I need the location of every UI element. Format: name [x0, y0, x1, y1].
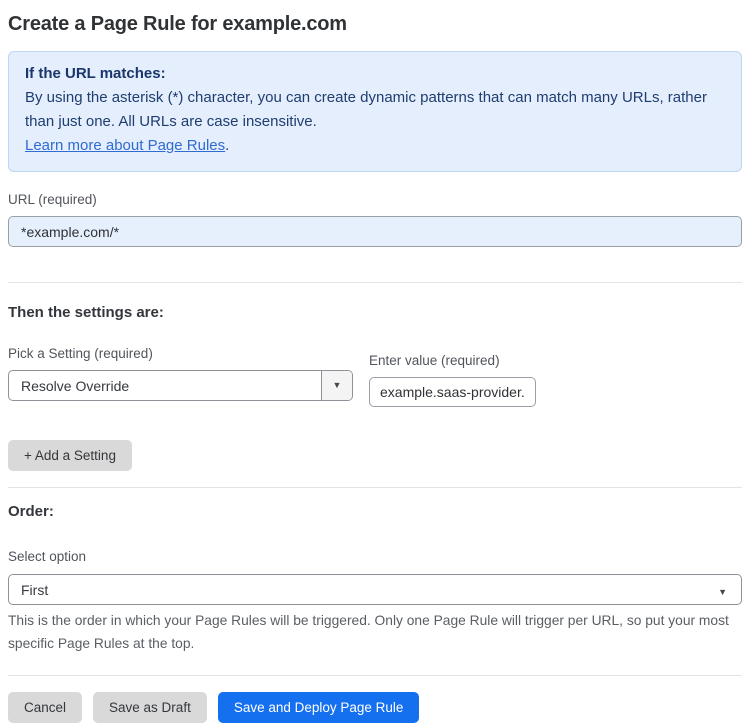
page-rule-form: Create a Page Rule for example.com If th… — [0, 13, 750, 723]
info-box-link-line: Learn more about Page Rules. — [25, 134, 725, 158]
learn-more-link[interactable]: Learn more about Page Rules — [25, 137, 225, 154]
save-as-draft-button[interactable]: Save as Draft — [93, 692, 207, 723]
setting-dropdown[interactable]: Resolve Override ▼ — [8, 370, 353, 401]
url-field-label: URL (required) — [8, 192, 97, 207]
setting-picker-column: Pick a Setting (required) Resolve Overri… — [8, 346, 353, 401]
setting-value-input[interactable] — [369, 377, 536, 407]
order-dropdown-value: First — [21, 581, 49, 598]
order-section-heading: Order: — [8, 503, 54, 520]
order-dropdown-arrow: ▼ — [704, 582, 741, 598]
save-and-deploy-button[interactable]: Save and Deploy Page Rule — [217, 692, 420, 723]
settings-row: Pick a Setting (required) Resolve Overri… — [8, 346, 742, 407]
order-help-text: This is the order in which your Page Rul… — [8, 613, 729, 651]
add-setting-button[interactable]: + Add a Setting — [8, 440, 132, 471]
footer-divider — [8, 675, 742, 676]
settings-section-heading: Then the settings are: — [8, 304, 164, 321]
link-period: . — [225, 137, 230, 154]
setting-picker-label: Pick a Setting (required) — [8, 346, 153, 361]
setting-dropdown-arrow-button[interactable]: ▼ — [321, 371, 352, 400]
setting-value-label: Enter value (required) — [369, 353, 500, 368]
cancel-button[interactable]: Cancel — [8, 692, 83, 723]
chevron-down-icon: ▼ — [332, 380, 342, 390]
order-dropdown[interactable]: First ▼ — [8, 574, 742, 605]
url-input[interactable] — [8, 216, 742, 247]
info-box-heading: If the URL matches: — [25, 65, 166, 82]
info-box-body: By using the asterisk (*) character, you… — [25, 89, 707, 130]
setting-dropdown-value: Resolve Override — [21, 377, 130, 394]
section-divider — [8, 487, 742, 488]
chevron-down-icon: ▼ — [718, 586, 727, 597]
footer-actions: Cancel Save as Draft Save and Deploy Pag… — [8, 692, 742, 723]
url-match-info-box: If the URL matches: By using the asteris… — [8, 51, 742, 172]
section-divider — [8, 282, 742, 283]
order-select-label: Select option — [8, 549, 87, 564]
page-title: Create a Page Rule for example.com — [8, 13, 347, 35]
setting-value-column: Enter value (required) — [369, 353, 536, 407]
